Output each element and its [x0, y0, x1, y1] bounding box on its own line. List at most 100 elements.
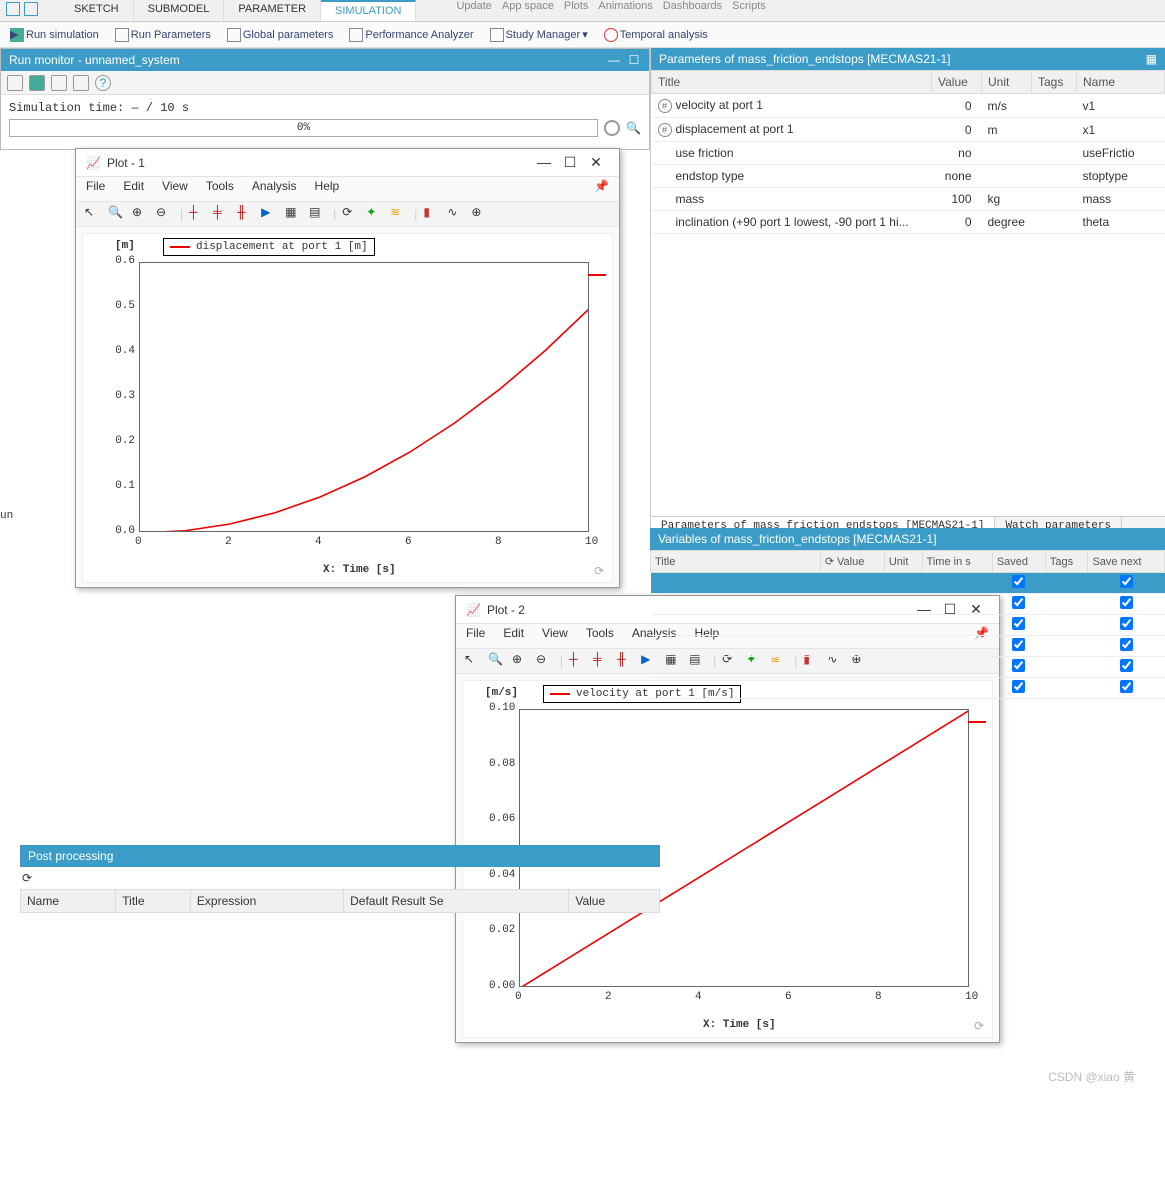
table-row[interactable]: [651, 657, 1165, 678]
help-icon[interactable]: ?: [95, 75, 111, 91]
zoom-icon[interactable]: 🔍: [108, 205, 126, 223]
top-extra-update[interactable]: Update: [456, 0, 491, 21]
tab-simulation[interactable]: SIMULATION: [321, 0, 416, 21]
icon-b[interactable]: [24, 2, 38, 16]
close-icon[interactable]: ✕: [583, 154, 609, 171]
maximize-icon[interactable]: ☐: [557, 154, 583, 171]
saved-checkbox[interactable]: [1012, 596, 1025, 609]
zoomout-icon[interactable]: ⊖: [156, 205, 174, 223]
table-row[interactable]: use frictionnouseFrictio: [652, 142, 1165, 165]
savenext-checkbox[interactable]: [1120, 596, 1133, 609]
table-row[interactable]: mass100kgmass: [652, 188, 1165, 211]
play-icon[interactable]: [29, 75, 45, 91]
variables-table[interactable]: Title ⟳Value Unit Time in s Saved Tags S…: [650, 550, 1165, 699]
cursor3-icon[interactable]: ╫: [617, 652, 635, 670]
refresh-icon[interactable]: ⟳: [22, 871, 32, 885]
table-row[interactable]: [651, 615, 1165, 636]
pointer-icon[interactable]: ↖: [464, 652, 482, 670]
table-row[interactable]: [651, 594, 1165, 615]
zoomin-icon[interactable]: ⊕: [132, 205, 150, 223]
menu-tools[interactable]: Tools: [206, 179, 234, 199]
savenext-checkbox[interactable]: [1120, 659, 1133, 672]
fft-icon[interactable]: ∿: [447, 205, 465, 223]
cursor1-icon[interactable]: ┼: [569, 652, 587, 670]
refresh-icon[interactable]: ⟳: [342, 205, 360, 223]
tab-sketch[interactable]: SKETCH: [60, 0, 134, 21]
y-tick: 0.0: [109, 525, 135, 537]
stop-icon[interactable]: [51, 75, 67, 91]
cursor1-icon[interactable]: ┼: [189, 205, 207, 223]
parameters-pane: Parameters of mass_friction_endstops [ME…: [650, 48, 1165, 538]
global-parameters-button[interactable]: Global parameters: [221, 27, 340, 43]
plot-window-1[interactable]: 📈Plot - 1 —☐✕ File Edit View Tools Analy…: [75, 148, 620, 588]
table-row[interactable]: inclination (+90 port 1 lowest, -90 port…: [652, 211, 1165, 234]
stop-circle-icon[interactable]: [604, 120, 620, 136]
run-parameters-button[interactable]: Run Parameters: [109, 27, 217, 43]
menu-file[interactable]: File: [86, 179, 105, 199]
cursor2-icon[interactable]: ╪: [593, 652, 611, 670]
maximize-icon[interactable]: ☐: [627, 53, 641, 67]
saved-checkbox[interactable]: [1012, 638, 1025, 651]
grid-icon[interactable]: ▦: [285, 205, 303, 223]
saved-checkbox[interactable]: [1012, 617, 1025, 630]
y-tick: 0.1: [109, 480, 135, 492]
menu-edit[interactable]: Edit: [503, 626, 524, 646]
table-row[interactable]: [651, 573, 1165, 594]
minimize-icon[interactable]: —: [531, 154, 557, 170]
menu-file[interactable]: File: [466, 626, 485, 646]
menu-view[interactable]: View: [542, 626, 568, 646]
run-monitor-titlebar: Run monitor - unnamed_system —☐: [1, 49, 649, 71]
saved-checkbox[interactable]: [1012, 680, 1025, 693]
menu-tools[interactable]: Tools: [586, 626, 614, 646]
menu-analysis[interactable]: Analysis: [252, 179, 297, 199]
table-row[interactable]: [651, 636, 1165, 657]
menu-edit[interactable]: Edit: [123, 179, 144, 199]
top-extra-plots[interactable]: Plots: [564, 0, 588, 21]
table-row[interactable]: #velocity at port 10m/sv1: [652, 94, 1165, 118]
zoomout-icon[interactable]: ⊖: [536, 652, 554, 670]
savenext-checkbox[interactable]: [1120, 617, 1133, 630]
add-chart-icon[interactable]: ⊕: [471, 205, 489, 223]
cursor3-icon[interactable]: ╫: [237, 205, 255, 223]
zoom-icon[interactable]: 🔍: [488, 652, 506, 670]
savenext-checkbox[interactable]: [1120, 680, 1133, 693]
performance-analyzer-button[interactable]: Performance Analyzer: [343, 27, 479, 43]
study-manager-button[interactable]: Study Manager▾: [484, 27, 594, 43]
cursor4-icon[interactable]: ▶: [261, 205, 279, 223]
temporal-analysis-button[interactable]: Temporal analysis: [598, 27, 714, 43]
parameters-table[interactable]: Title Value Unit Tags Name #velocity at …: [651, 70, 1165, 234]
star-icon[interactable]: ✦: [366, 205, 384, 223]
canvas-node-label: un: [0, 510, 13, 522]
savenext-checkbox[interactable]: [1120, 575, 1133, 588]
zoomin-icon[interactable]: ⊕: [512, 652, 530, 670]
layers-icon[interactable]: ≋: [390, 205, 408, 223]
refresh-small-icon[interactable]: ⟳: [974, 1019, 984, 1033]
table-row[interactable]: #displacement at port 10mx1: [652, 118, 1165, 142]
icon-a[interactable]: [6, 2, 20, 16]
table-row[interactable]: endstop typenonestoptype: [652, 165, 1165, 188]
pin-icon[interactable]: 📌: [594, 179, 609, 199]
tab-submodel[interactable]: SUBMODEL: [134, 0, 225, 21]
refresh-small-icon[interactable]: ⟳: [594, 564, 604, 578]
saved-checkbox[interactable]: [1012, 575, 1025, 588]
table-icon[interactable]: ▤: [309, 205, 327, 223]
printer-icon[interactable]: [73, 75, 89, 91]
top-extra-scripts[interactable]: Scripts: [732, 0, 766, 21]
run-simulation-button[interactable]: ▶Run simulation: [4, 27, 105, 43]
top-extra-animations[interactable]: Animations: [598, 0, 652, 21]
top-extra-dashboards[interactable]: Dashboards: [663, 0, 722, 21]
barchart-icon[interactable]: ▮: [423, 205, 441, 223]
search-icon[interactable]: 🔍: [626, 121, 641, 136]
pointer-icon[interactable]: ↖: [84, 205, 102, 223]
menu-help[interactable]: Help: [315, 179, 340, 199]
tab-parameter[interactable]: PARAMETER: [224, 0, 321, 21]
gear-icon[interactable]: [7, 75, 23, 91]
top-extra-appspace[interactable]: App space: [502, 0, 554, 21]
minimize-icon[interactable]: —: [607, 53, 621, 67]
menu-view[interactable]: View: [162, 179, 188, 199]
view-toggle-icon[interactable]: ▦: [1146, 52, 1157, 66]
savenext-checkbox[interactable]: [1120, 638, 1133, 651]
cursor2-icon[interactable]: ╪: [213, 205, 231, 223]
saved-checkbox[interactable]: [1012, 659, 1025, 672]
table-row[interactable]: [651, 678, 1165, 699]
